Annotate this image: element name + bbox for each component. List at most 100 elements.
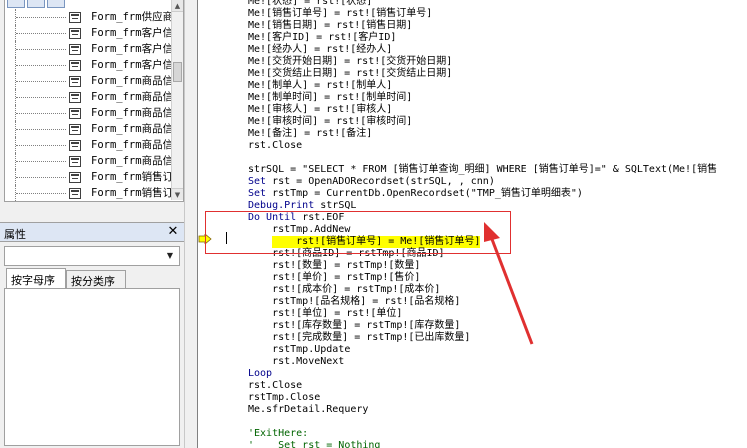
code-line[interactable]: rstTmp![品名规格] = rst![品名规格] bbox=[248, 296, 460, 308]
code-line[interactable]: Me![经办人] = rst![经办人] bbox=[248, 44, 392, 56]
toggle-folders-button[interactable] bbox=[47, 0, 65, 8]
tree-item[interactable]: Form_frm商品信 bbox=[5, 153, 175, 169]
code-line[interactable]: rst![单位] = rst![单位] bbox=[248, 308, 402, 320]
code-line[interactable]: rst![库存数量] = rstTmp![库存数量] bbox=[248, 320, 460, 332]
tree-toolbar bbox=[7, 0, 67, 8]
tree-item-label: Form_frm销售订 bbox=[91, 201, 173, 202]
form-module-icon bbox=[69, 76, 81, 87]
form-module-icon bbox=[69, 92, 81, 103]
keyword: Debug.Print bbox=[248, 200, 315, 211]
keyword: Loop bbox=[248, 368, 273, 379]
code-line[interactable]: Me![交货开始日期] = rst![交货开始日期] bbox=[248, 56, 452, 68]
form-module-icon bbox=[69, 188, 81, 199]
close-icon[interactable]: ✕ bbox=[166, 225, 180, 239]
properties-header: 属性 ✕ bbox=[0, 222, 184, 242]
tree-item[interactable]: Form_frm销售订 bbox=[5, 169, 175, 185]
code-line[interactable]: rstTmp.Update bbox=[248, 344, 350, 356]
code-line[interactable]: Me![审核人] = rst![审核人] bbox=[248, 104, 392, 116]
code-line[interactable]: 'ExitHere: bbox=[248, 428, 308, 440]
view-code-button[interactable] bbox=[7, 0, 25, 8]
code-line[interactable]: Me![制单人] = rst![制单人] bbox=[248, 80, 392, 92]
tree-item[interactable]: Form_frm商品信 bbox=[5, 121, 175, 137]
tree-item-label: Form_frm商品信 bbox=[91, 91, 174, 103]
code-line[interactable]: Me![制单时间] = rst![制单时间] bbox=[248, 92, 412, 104]
code-line[interactable]: rst![完成数量] = rstTmp![已出库数量] bbox=[248, 332, 470, 344]
code-line[interactable]: rst.MoveNext bbox=[248, 356, 344, 368]
tree-item-label: Form_frm商品信 bbox=[91, 75, 174, 87]
tree-item[interactable]: Form_frm销售订 bbox=[5, 201, 175, 202]
code-line[interactable]: rst![数量] = rstTmp![数量] bbox=[248, 260, 420, 272]
code-line[interactable]: Loop bbox=[248, 368, 272, 380]
tree-item[interactable]: Form_frm客户信 bbox=[5, 41, 175, 57]
tab-alphabetic[interactable]: 按字母序 bbox=[6, 268, 66, 288]
form-module-icon bbox=[69, 28, 81, 39]
code-line[interactable]: Set rst = OpenADORecordset(strSQL, , cnn… bbox=[248, 176, 495, 188]
code-line[interactable]: rst.Close bbox=[248, 380, 302, 392]
tree-item-label: Form_frm商品信 bbox=[91, 155, 174, 167]
tree-connector bbox=[15, 41, 67, 57]
tree-connector bbox=[15, 153, 67, 169]
code-line[interactable]: Me![状态] = rst![状态] bbox=[248, 0, 372, 8]
tree-item-label: Form_frm商品信 bbox=[91, 107, 174, 119]
tree-connector bbox=[15, 89, 67, 105]
scroll-thumb[interactable] bbox=[173, 62, 182, 82]
tree-connector bbox=[15, 105, 67, 121]
tree-item-label: Form_frm供应商 bbox=[91, 11, 174, 23]
code-line[interactable]: Me![客户ID] = rst![客户ID] bbox=[248, 32, 396, 44]
annotation-arrow-icon bbox=[484, 222, 534, 345]
view-object-button[interactable] bbox=[27, 0, 45, 8]
code-line[interactable]: Set rstTmp = CurrentDb.OpenRecordset("TM… bbox=[248, 188, 583, 200]
properties-title: 属性 bbox=[4, 228, 26, 241]
code-line[interactable]: Me.sfrDetail.Requery bbox=[248, 404, 368, 416]
tree-connector bbox=[15, 137, 67, 153]
scroll-up-icon[interactable]: ▲ bbox=[172, 0, 183, 12]
tree-item[interactable]: Form_frm商品信 bbox=[5, 137, 175, 153]
tree-item[interactable]: Form_frm客户信 bbox=[5, 25, 175, 41]
tree-connector bbox=[15, 121, 67, 137]
form-module-icon bbox=[69, 172, 81, 183]
code-line[interactable]: Me![备注] = rst![备注] bbox=[248, 128, 372, 140]
project-explorer-tree[interactable]: Form_frm供应商 Form_frm客户信 Form_frm客户信 Form_fr… bbox=[4, 0, 184, 202]
tree-item[interactable]: Form_frm商品信 bbox=[5, 73, 175, 89]
tree-scrollbar[interactable]: ▲ ▼ bbox=[171, 0, 183, 200]
object-selector-combo[interactable]: ▼ bbox=[4, 246, 180, 266]
tree-item-label: Form_frm客户信 bbox=[91, 27, 174, 39]
code-line[interactable]: rst![单价] = rstTmp![售价] bbox=[248, 272, 420, 284]
code-line[interactable]: Me![销售订单号] = rst![销售订单号] bbox=[248, 8, 432, 20]
code-line[interactable]: Me![交货结止日期] = rst![交货结止日期] bbox=[248, 68, 452, 80]
form-module-icon bbox=[69, 140, 81, 151]
tree-connector bbox=[15, 25, 67, 41]
code-line[interactable]: ' Set rst = Nothing bbox=[248, 440, 380, 448]
form-module-icon bbox=[69, 108, 81, 119]
tree-item-label: Form_frm销售订 bbox=[91, 171, 174, 183]
tree-item[interactable]: Form_frm销售订 bbox=[5, 185, 175, 201]
code-line[interactable]: rst.Close bbox=[248, 140, 302, 152]
tree-item[interactable]: Form_frm供应商 bbox=[5, 9, 175, 25]
tree-connector bbox=[15, 185, 67, 201]
code-line[interactable]: rst![成本价] = rstTmp![成本价] bbox=[248, 284, 440, 296]
form-module-icon bbox=[69, 124, 81, 135]
tree-item-label: Form_frm客户信 bbox=[91, 59, 174, 71]
code-line[interactable]: strSQL = "SELECT * FROM [销售订单查询_明细] WHER… bbox=[248, 164, 717, 176]
chevron-down-icon[interactable]: ▼ bbox=[162, 248, 178, 264]
tree-item-label: Form_frm商品信 bbox=[91, 123, 174, 135]
tab-categorized[interactable]: 按分类序 bbox=[66, 270, 126, 288]
annotation-highlight-box bbox=[205, 211, 511, 254]
scroll-down-icon[interactable]: ▼ bbox=[172, 188, 183, 200]
tree-connector bbox=[15, 201, 67, 202]
tree-connector bbox=[15, 169, 67, 185]
form-module-icon bbox=[69, 44, 81, 55]
tree-item-label: Form_frm销售订 bbox=[91, 187, 174, 199]
tree-connector bbox=[15, 57, 67, 73]
properties-grid[interactable] bbox=[4, 288, 180, 446]
tree-item-label: Form_frm客户信 bbox=[91, 43, 174, 55]
tree-connector bbox=[15, 73, 67, 89]
keyword: Set bbox=[248, 188, 267, 199]
tree-item[interactable]: Form_frm商品信 bbox=[5, 105, 175, 121]
tree-item[interactable]: Form_frm商品信 bbox=[5, 89, 175, 105]
code-line[interactable]: rstTmp.Close bbox=[248, 392, 320, 404]
code-line[interactable]: Me![销售日期] = rst![销售日期] bbox=[248, 20, 412, 32]
tree-item[interactable]: Form_frm客户信 bbox=[5, 57, 175, 73]
left-panel: Form_frm供应商 Form_frm客户信 Form_frm客户信 Form_fr… bbox=[0, 0, 184, 448]
code-line[interactable]: Me![审核时间] = rst![审核时间] bbox=[248, 116, 412, 128]
